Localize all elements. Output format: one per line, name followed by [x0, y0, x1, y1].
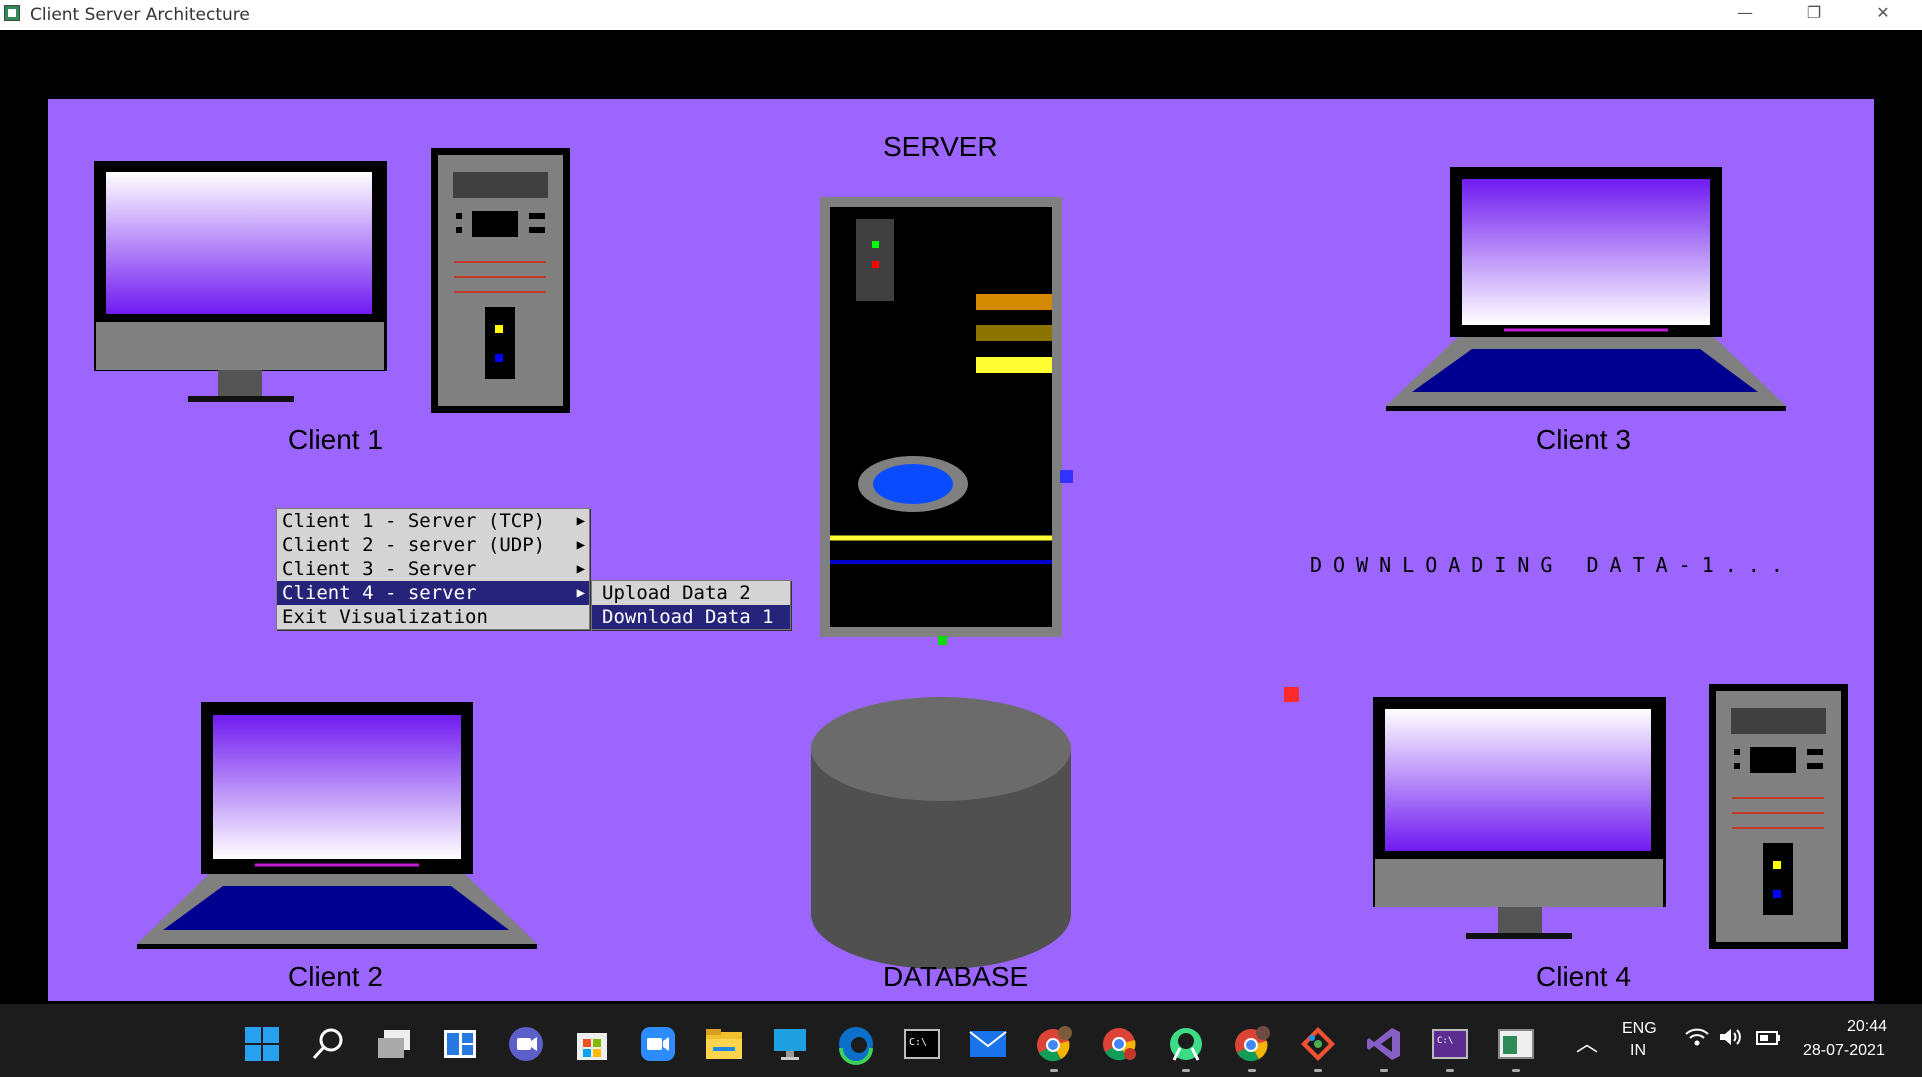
menu-item-client3[interactable]: Client 3 - Server ▶: [277, 557, 589, 581]
client4-tower: [1709, 684, 1848, 949]
menu-item-client1-tcp[interactable]: Client 1 - Server (TCP) ▶: [277, 509, 589, 533]
language-indicator[interactable]: ENG: [1622, 1020, 1657, 1038]
running-indicator: [1050, 1069, 1058, 1072]
menu-item-label: Client 3 - Server: [282, 558, 477, 580]
window-title: Client Server Architecture: [30, 5, 250, 25]
packet-blue: [1060, 470, 1073, 483]
widgets-icon[interactable]: [440, 1024, 480, 1064]
battery-icon[interactable]: [1756, 1030, 1782, 1051]
running-indicator: [1512, 1069, 1520, 1072]
submenu-arrow-icon: ▶: [576, 513, 585, 529]
region-indicator[interactable]: IN: [1630, 1042, 1646, 1060]
menu-item-label: Exit Visualization: [282, 606, 488, 628]
console-icon[interactable]: C:\: [1430, 1024, 1470, 1072]
client1-monitor: [94, 161, 387, 402]
render-canvas: SERVER Client 1 Client 3 Client 2 DATABA…: [0, 30, 1922, 1004]
menu-item-label: Client 4 - server: [282, 582, 477, 604]
submenu-item-upload[interactable]: Upload Data 2: [592, 581, 790, 605]
git-icon[interactable]: [1298, 1024, 1338, 1072]
volume-icon[interactable]: [1718, 1026, 1744, 1053]
svg-text:C:\: C:\: [909, 1037, 927, 1048]
edge-icon[interactable]: [836, 1024, 876, 1065]
running-indicator: [1314, 1069, 1322, 1072]
client2-label: Client 2: [288, 961, 383, 992]
running-indicator: [1446, 1069, 1454, 1072]
store-icon[interactable]: [572, 1024, 612, 1064]
submenu-item-label: Upload Data 2: [602, 582, 751, 604]
minimize-button[interactable]: —: [1715, 0, 1775, 30]
database-cylinder: [811, 697, 1071, 969]
menu-item-client4[interactable]: Client 4 - server ▶: [277, 581, 589, 605]
client4-monitor: [1373, 697, 1666, 939]
svg-text:C:\: C:\: [1437, 1036, 1453, 1046]
scene-area[interactable]: SERVER Client 1 Client 3 Client 2 DATABA…: [48, 99, 1874, 1001]
android-studio-icon[interactable]: [1166, 1024, 1206, 1072]
file-explorer-icon[interactable]: [704, 1024, 744, 1064]
menu-item-client2-udp[interactable]: Client 2 - server (UDP) ▶: [277, 533, 589, 557]
chrome-profile-icon[interactable]: [1034, 1024, 1074, 1072]
client1-label: Client 1: [288, 424, 383, 455]
zoom-icon[interactable]: [638, 1024, 678, 1064]
running-indicator: [1380, 1069, 1388, 1072]
title-bar: Client Server Architecture — ❐ ✕: [0, 0, 1922, 30]
running-indicator: [1182, 1069, 1190, 1072]
taskbar: C:\ C:\ ︿ ENG IN 20:44 28-07-2021: [0, 1004, 1922, 1077]
menu-item-exit[interactable]: Exit Visualization: [277, 605, 589, 629]
chat-icon[interactable]: [506, 1024, 546, 1064]
server-label: SERVER: [883, 131, 998, 162]
submenu-item-label: Download Data 1: [602, 606, 774, 628]
client2-laptop: [137, 702, 537, 949]
menu-item-label: Client 2 - server (UDP): [282, 534, 546, 556]
download-status-text: DOWNLOADING DATA-1...: [1310, 553, 1794, 577]
chrome-icon[interactable]: [1100, 1024, 1140, 1064]
search-icon[interactable]: [308, 1024, 348, 1064]
mail-icon[interactable]: [968, 1024, 1008, 1064]
packet-red: [1284, 687, 1299, 702]
terminal-icon[interactable]: C:\: [902, 1024, 942, 1064]
submenu-item-download[interactable]: Download Data 1: [592, 605, 790, 629]
client3-label: Client 3: [1536, 424, 1631, 455]
app-icon: [4, 5, 20, 21]
submenu-arrow-icon: ▶: [576, 537, 585, 553]
menu-item-label: Client 1 - Server (TCP): [282, 510, 546, 532]
submenu: Upload Data 2 Download Data 1: [591, 580, 791, 630]
remote-desktop-icon[interactable]: [770, 1024, 810, 1064]
close-button[interactable]: ✕: [1853, 0, 1913, 30]
context-menu: Client 1 - Server (TCP) ▶ Client 2 - serv…: [276, 508, 590, 630]
app-window-icon[interactable]: [1496, 1024, 1536, 1072]
running-indicator: [1248, 1069, 1256, 1072]
server-rack: [820, 197, 1062, 637]
clock-time[interactable]: 20:44: [1847, 1018, 1887, 1036]
packet-green: [938, 636, 947, 645]
client3-laptop: [1386, 167, 1786, 411]
submenu-arrow-icon: ▶: [576, 585, 585, 601]
submenu-arrow-icon: ▶: [576, 561, 585, 577]
client4-label: Client 4: [1536, 961, 1631, 992]
restore-button[interactable]: ❐: [1784, 0, 1844, 30]
database-label: DATABASE: [883, 961, 1029, 992]
wifi-icon[interactable]: [1684, 1026, 1710, 1053]
task-view-icon[interactable]: [374, 1024, 414, 1064]
chevron-up-icon[interactable]: ︿: [1576, 1026, 1598, 1058]
client1-tower: [431, 148, 570, 413]
visual-studio-icon[interactable]: [1364, 1024, 1404, 1072]
chrome-alt-icon[interactable]: [1232, 1024, 1272, 1072]
windows-start-icon[interactable]: [242, 1024, 282, 1064]
clock-date[interactable]: 28-07-2021: [1803, 1042, 1885, 1060]
